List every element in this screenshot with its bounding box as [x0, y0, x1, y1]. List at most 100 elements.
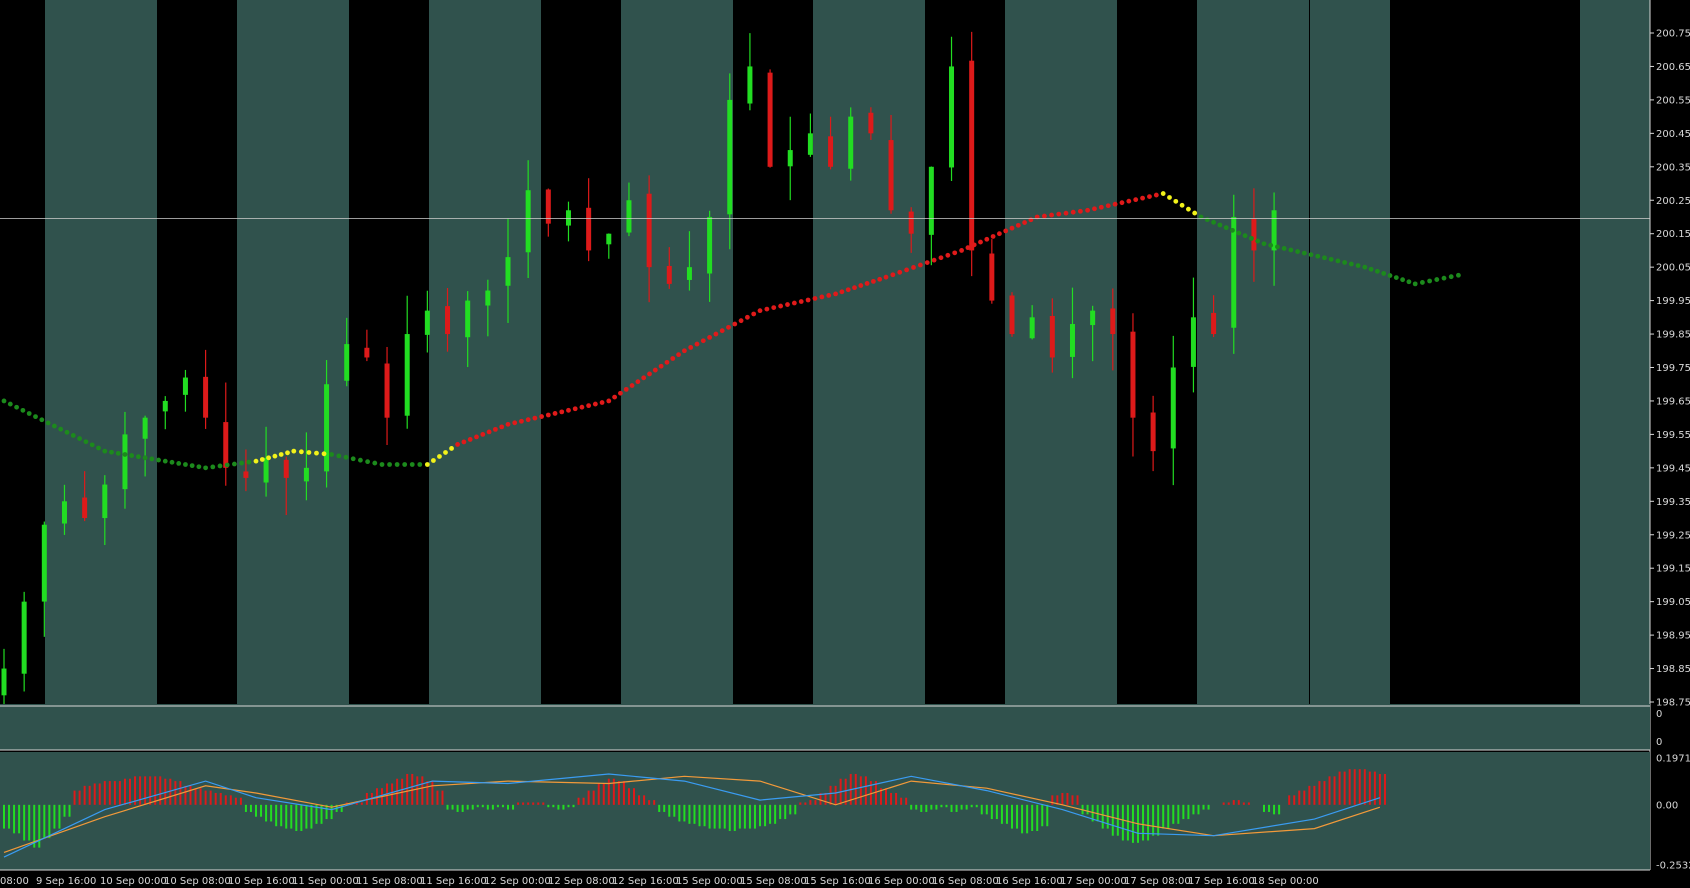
trading-chart[interactable]: 200.195 200.750200.650200.550200.450200.… [0, 0, 1690, 888]
ma-dot [505, 421, 511, 427]
time-tick-label: 18 Sep 00:00 [1252, 876, 1319, 887]
ma-dot [938, 255, 944, 261]
bear-candle [1211, 312, 1217, 335]
ma-dot [1441, 275, 1447, 281]
ma-dot [291, 448, 297, 454]
bear-candle [1049, 315, 1055, 358]
ma-dot [635, 379, 641, 385]
ma-dot [990, 234, 996, 239]
session-band [429, 0, 541, 704]
ma-dot [839, 289, 845, 295]
ma-dot [329, 452, 334, 457]
price-tick-label: 198.850 [1656, 664, 1690, 675]
ma-dot [1126, 198, 1132, 204]
time-tick-label: 12 Sep 08:00 [548, 876, 615, 887]
ma-dot [713, 331, 719, 337]
macd-pane: 0.19715 0.00 -0.25323 [0, 752, 1690, 872]
ma-dot [791, 300, 797, 306]
ma-dot [394, 462, 400, 467]
ma-dot [149, 456, 155, 462]
ma-dot [467, 437, 473, 442]
bull-candle [848, 116, 854, 169]
bull-candle [1170, 367, 1176, 449]
bear-candle [888, 140, 894, 211]
ma-dot [350, 456, 356, 462]
ma-dot [606, 398, 612, 404]
ma-dot [592, 401, 598, 407]
ma-dot [461, 439, 467, 445]
bull-candle [404, 334, 410, 416]
ma-dot [266, 455, 271, 461]
ma-dot [1147, 194, 1152, 200]
bull-candle [727, 99, 733, 215]
ma-dot [1362, 264, 1368, 270]
bear-candle [1150, 412, 1156, 452]
price-tick-label: 200.150 [1656, 229, 1690, 240]
bull-candle [21, 601, 27, 674]
ma-dot [232, 461, 237, 467]
bull-candle [505, 257, 511, 286]
ma-dot [845, 287, 851, 293]
ma-dot [89, 442, 95, 448]
price-tick-label: 200.750 [1656, 29, 1690, 40]
ma-dot [474, 434, 479, 440]
ma-dot [20, 407, 26, 413]
ma-dot [1119, 200, 1125, 206]
ma-dot [764, 306, 770, 312]
time-tick-label: 10 Sep 16:00 [228, 876, 295, 887]
time-tick-label: 11 Sep 00:00 [292, 876, 359, 887]
time-axis[interactable]: 08:00 9 Sep 16:00 10 Sep 00:0010 Sep 08:00… [0, 869, 1690, 888]
indicator-tick-label: 0 [1656, 709, 1662, 720]
ma-dot [1288, 247, 1294, 253]
bear-candle [223, 422, 229, 468]
ma-dot [871, 278, 876, 284]
ma-dot [883, 274, 889, 280]
ma-dot [210, 464, 216, 470]
chart-canvas[interactable]: 200.195 200.750200.650200.550200.450200.… [0, 0, 1690, 888]
ma-dot [911, 265, 916, 270]
ma-dot [321, 451, 327, 457]
ma-dot [707, 334, 712, 340]
bear-candle [364, 347, 370, 358]
ma-dot [259, 457, 265, 462]
ma-dot [805, 297, 811, 303]
ma-dot [45, 420, 51, 426]
ma-dot [545, 412, 551, 418]
ma-dot [136, 454, 141, 460]
ma-dot [52, 423, 57, 429]
time-tick-label: 08:00 [0, 876, 29, 887]
macd-tick-label: 0.00 [1656, 800, 1678, 811]
ma-dot [203, 465, 209, 471]
bull-candle [465, 300, 471, 338]
ma-dot [443, 450, 448, 455]
session-band [813, 0, 925, 704]
bear-candle [445, 306, 451, 335]
macd-pane-bg [0, 752, 1650, 870]
ma-dot [877, 276, 883, 282]
ma-dot [58, 426, 64, 432]
ma-dot [924, 260, 930, 265]
macd-tick-label: -0.25323 [1656, 861, 1690, 872]
price-tick-label: 199.350 [1656, 497, 1690, 508]
bear-candle [82, 497, 88, 519]
price-tick-label: 199.650 [1656, 396, 1690, 407]
bull-candle [1029, 317, 1035, 339]
ma-dot [379, 462, 385, 467]
ma-dot [298, 449, 304, 455]
bull-candle [807, 133, 813, 155]
ma-dot [738, 318, 744, 324]
ma-dot [365, 459, 370, 465]
ma-dot [539, 414, 544, 419]
ma-dot [122, 452, 128, 457]
ma-dot [278, 452, 284, 457]
ma-dot [1049, 212, 1054, 218]
bull-candle [747, 66, 753, 104]
ma-dot [1375, 268, 1380, 274]
price-tick-label: 198.750 [1656, 698, 1690, 709]
time-tick-label: 12 Sep 16:00 [612, 876, 679, 887]
time-tick-label: 16 Sep 16:00 [996, 876, 1063, 887]
ma-dot [493, 426, 498, 432]
bear-candle [283, 459, 289, 478]
ma-dot [647, 371, 652, 377]
time-tick-label: 15 Sep 00:00 [676, 876, 743, 887]
